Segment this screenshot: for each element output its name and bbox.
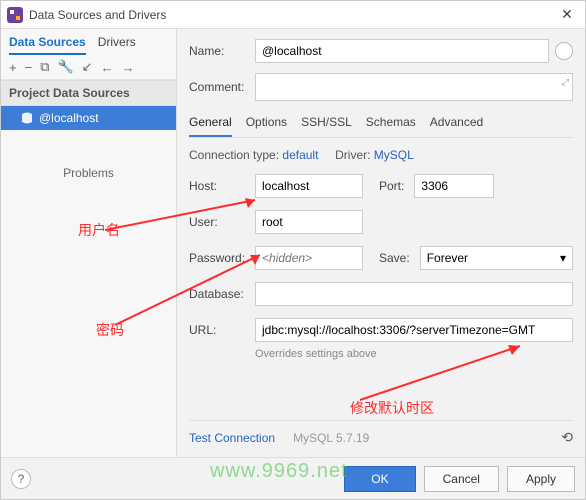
help-icon[interactable]: ? — [11, 469, 31, 489]
datasource-item-localhost[interactable]: @localhost — [1, 106, 176, 130]
tab-general[interactable]: General — [189, 111, 232, 137]
left-panel: Data Sources Drivers + − ⧉ 🔧 ↙ ← → Proje… — [1, 29, 177, 457]
problems-section[interactable]: Problems — [1, 130, 176, 180]
user-label: User: — [189, 215, 255, 229]
save-label: Save: — [379, 251, 410, 265]
expand-icon[interactable]: ⤢ — [562, 77, 569, 88]
dialog: Data Sources and Drivers ✕ Data Sources … — [0, 0, 586, 500]
add-icon[interactable]: + — [9, 60, 17, 75]
wrench-icon[interactable]: 🔧 — [57, 59, 73, 75]
name-input[interactable] — [255, 39, 549, 63]
tab-options[interactable]: Options — [246, 111, 287, 137]
test-connection-link[interactable]: Test Connection — [189, 431, 275, 445]
comment-input[interactable]: ⤢ — [255, 73, 573, 101]
datasource-icon — [21, 112, 33, 124]
remove-icon[interactable]: − — [25, 60, 33, 75]
comment-label: Comment: — [189, 80, 255, 94]
left-toolbar: + − ⧉ 🔧 ↙ ← → — [1, 55, 176, 80]
save-select[interactable]: Forever ▾ — [420, 246, 573, 270]
datasource-label: @localhost — [39, 111, 99, 125]
make-global-icon[interactable]: ↙ — [82, 59, 93, 75]
right-panel: Name: Comment: ⤢ General Options SSH/SSL… — [177, 29, 585, 457]
detail-tabs: General Options SSH/SSL Schemas Advanced — [189, 111, 573, 138]
import-icon[interactable]: ← — [101, 60, 114, 75]
titlebar: Data Sources and Drivers ✕ — [1, 1, 585, 29]
name-label: Name: — [189, 44, 255, 58]
chevron-down-icon: ▾ — [560, 251, 566, 265]
connection-type-row: Connection type: default Driver: MySQL — [189, 148, 573, 162]
port-input[interactable] — [414, 174, 494, 198]
driver-link[interactable]: MySQL — [374, 148, 414, 162]
tab-advanced[interactable]: Advanced — [430, 111, 483, 137]
connection-type-label: Connection type: — [189, 148, 279, 162]
dialog-title: Data Sources and Drivers — [29, 8, 555, 22]
left-tabs: Data Sources Drivers — [1, 29, 176, 55]
override-note: Overrides settings above — [255, 348, 573, 360]
password-label: Password: — [189, 251, 255, 265]
driver-label: Driver: — [335, 148, 370, 162]
tab-drivers[interactable]: Drivers — [98, 35, 136, 55]
save-value: Forever — [427, 251, 468, 265]
close-icon[interactable]: ✕ — [555, 6, 579, 23]
copy-icon[interactable]: ⧉ — [40, 59, 49, 75]
ok-button[interactable]: OK — [344, 466, 415, 492]
user-input[interactable] — [255, 210, 363, 234]
password-input[interactable] — [255, 246, 363, 270]
app-icon — [7, 7, 23, 23]
tab-schemas[interactable]: Schemas — [366, 111, 416, 137]
tab-data-sources[interactable]: Data Sources — [9, 35, 86, 55]
project-data-sources-header: Project Data Sources — [1, 80, 176, 106]
url-input[interactable] — [255, 318, 573, 342]
dialog-body: Data Sources Drivers + − ⧉ 🔧 ↙ ← → Proje… — [1, 29, 585, 457]
tab-ssh-ssl[interactable]: SSH/SSL — [301, 111, 352, 137]
refresh-icon[interactable]: ⟲ — [561, 429, 573, 446]
database-label: Database: — [189, 287, 255, 301]
export-icon[interactable]: → — [122, 60, 135, 75]
color-picker-icon[interactable] — [555, 42, 573, 60]
dialog-footer: ? OK Cancel Apply — [1, 457, 585, 499]
cancel-button[interactable]: Cancel — [424, 466, 499, 492]
host-input[interactable] — [255, 174, 363, 198]
apply-button[interactable]: Apply — [507, 466, 575, 492]
database-input[interactable] — [255, 282, 573, 306]
connection-type-link[interactable]: default — [282, 148, 318, 162]
driver-version: MySQL 5.7.19 — [293, 431, 369, 445]
url-label: URL: — [189, 323, 255, 337]
host-label: Host: — [189, 179, 255, 193]
test-connection-row: Test Connection MySQL 5.7.19 ⟲ — [189, 420, 573, 446]
port-label: Port: — [379, 179, 404, 193]
